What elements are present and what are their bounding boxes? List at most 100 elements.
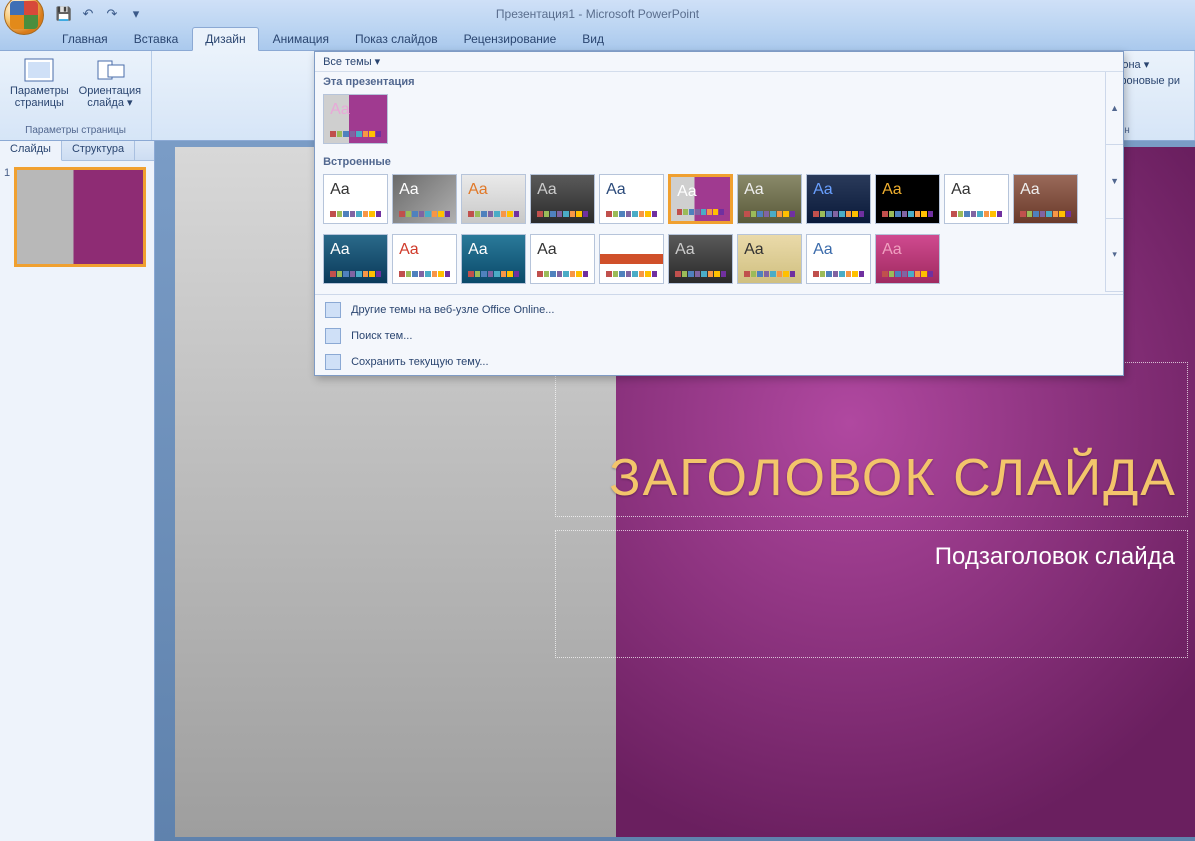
side-tab-slides[interactable]: Слайды bbox=[0, 141, 62, 161]
globe-icon bbox=[325, 302, 341, 318]
swatch-color-bar bbox=[744, 271, 795, 277]
swatch-color-bar bbox=[677, 209, 724, 215]
orientation-label-1: Ориентация bbox=[79, 85, 141, 97]
theme-swatch[interactable]: Aa bbox=[530, 234, 595, 284]
theme-swatch[interactable]: Aa bbox=[392, 234, 457, 284]
window-title: Презентация1 - Microsoft PowerPoint bbox=[496, 7, 699, 21]
tab-design[interactable]: Дизайн bbox=[192, 27, 258, 51]
swatch-preview-text: Aa bbox=[537, 241, 557, 259]
swatch-preview-text: Aa bbox=[675, 241, 695, 259]
swatch-color-bar bbox=[813, 271, 864, 277]
swatch-color-bar bbox=[468, 211, 519, 217]
swatch-color-bar bbox=[537, 211, 588, 217]
orientation-icon bbox=[94, 57, 126, 83]
redo-button[interactable]: ↷ bbox=[102, 4, 122, 24]
section-builtin: Встроенные bbox=[315, 152, 1103, 172]
theme-swatch[interactable]: Aa bbox=[461, 174, 526, 224]
tab-slideshow[interactable]: Показ слайдов bbox=[343, 28, 450, 50]
gallery-down-arrow[interactable]: ▼ bbox=[1106, 145, 1123, 218]
title-placeholder[interactable]: ЗАГОЛОВОК СЛАЙДА bbox=[555, 362, 1188, 517]
save-current-theme[interactable]: Сохранить текущую тему... bbox=[315, 349, 1123, 375]
theme-swatch[interactable]: Aa bbox=[875, 234, 940, 284]
ribbon-tabs: Главная Вставка Дизайн Анимация Показ сл… bbox=[0, 27, 1195, 51]
swatch-color-bar bbox=[537, 271, 588, 277]
swatch-color-bar bbox=[399, 211, 450, 217]
swatch-preview-text: Aa bbox=[468, 181, 488, 199]
theme-swatch[interactable]: Aa bbox=[668, 234, 733, 284]
gallery-expand[interactable]: ▾ bbox=[1106, 219, 1123, 292]
swatch-color-bar bbox=[468, 271, 519, 277]
theme-swatch[interactable]: Aa bbox=[1013, 174, 1078, 224]
swatch-color-bar bbox=[330, 211, 381, 217]
themes-gallery-dropdown: Все темы ▾ Эта презентация Aa Встроенные… bbox=[314, 51, 1124, 376]
page-setup-label-2: страницы bbox=[15, 97, 64, 109]
undo-button[interactable]: ↶ bbox=[78, 4, 98, 24]
section-this-presentation: Эта презентация bbox=[315, 72, 1103, 92]
more-themes-online[interactable]: Другие темы на веб-узле Office Online... bbox=[315, 297, 1123, 323]
browse-themes-label: Поиск тем... bbox=[351, 330, 412, 342]
tab-home[interactable]: Главная bbox=[50, 28, 120, 50]
tab-animation[interactable]: Анимация bbox=[261, 28, 341, 50]
theme-swatch[interactable]: Aa bbox=[392, 174, 457, 224]
swatch-color-bar bbox=[675, 271, 726, 277]
swatch-color-bar bbox=[330, 271, 381, 277]
swatch-preview-text: Aa bbox=[882, 241, 902, 259]
theme-swatch[interactable]: Aa bbox=[806, 174, 871, 224]
swatch-preview-text: Aa bbox=[744, 241, 764, 259]
theme-swatch[interactable]: Aa bbox=[323, 94, 388, 144]
swatch-preview-text: Aa bbox=[677, 183, 697, 201]
orientation-label-2: слайда ▾ bbox=[87, 97, 132, 109]
swatch-color-bar bbox=[882, 271, 933, 277]
swatch-preview-text: Aa bbox=[813, 241, 833, 259]
tab-view[interactable]: Вид bbox=[570, 28, 616, 50]
swatch-preview-text: Aa bbox=[744, 181, 764, 199]
slide-thumbnails: 1 bbox=[0, 161, 154, 841]
theme-swatch[interactable]: Aa bbox=[599, 234, 664, 284]
swatch-preview-text: Aa bbox=[951, 181, 971, 199]
page-setup-button[interactable]: Параметрыстраницы bbox=[6, 55, 73, 111]
gallery-scroll: ▲ ▼ ▾ bbox=[1105, 72, 1123, 292]
theme-swatch[interactable]: Aa bbox=[806, 234, 871, 284]
theme-swatch[interactable]: Aa bbox=[737, 174, 802, 224]
swatch-preview-text: Aa bbox=[330, 241, 350, 259]
swatch-preview-text: Aa bbox=[1020, 181, 1040, 199]
subtitle-placeholder[interactable]: Подзаголовок слайда bbox=[555, 530, 1188, 658]
theme-swatch[interactable]: Aa bbox=[944, 174, 1009, 224]
theme-swatch[interactable]: Aa bbox=[737, 234, 802, 284]
tab-review[interactable]: Рецензирование bbox=[452, 28, 569, 50]
save-button[interactable]: 💾 bbox=[54, 4, 74, 24]
theme-swatch[interactable]: Aa bbox=[875, 174, 940, 224]
swatch-preview-text: Aa bbox=[606, 181, 626, 199]
swatch-color-bar bbox=[813, 211, 864, 217]
slide-subtitle-text: Подзаголовок слайда bbox=[568, 543, 1175, 571]
swatch-preview-text: Aa bbox=[330, 181, 350, 199]
page-setup-label-1: Параметры bbox=[10, 85, 69, 97]
theme-swatch[interactable]: Aa bbox=[323, 234, 388, 284]
all-themes-header[interactable]: Все темы ▾ bbox=[315, 52, 1123, 72]
qat-customize[interactable]: ▾ bbox=[126, 4, 146, 24]
swatch-preview-text: Aa bbox=[399, 241, 419, 259]
swatch-preview-text: Aa bbox=[813, 181, 833, 199]
theme-swatch[interactable]: Aa bbox=[461, 234, 526, 284]
swatch-preview-text: Aa bbox=[537, 181, 557, 199]
browse-themes[interactable]: Поиск тем... bbox=[315, 323, 1123, 349]
gallery-up-arrow[interactable]: ▲ bbox=[1106, 72, 1123, 145]
quick-access-toolbar: 💾 ↶ ↷ ▾ bbox=[54, 3, 146, 25]
swatch-preview-text: Aa bbox=[468, 241, 488, 259]
slide-orientation-button[interactable]: Ориентацияслайда ▾ bbox=[75, 55, 145, 111]
swatch-color-bar bbox=[606, 271, 657, 277]
swatch-preview-text: Aa bbox=[399, 181, 419, 199]
theme-swatch[interactable]: Aa bbox=[323, 174, 388, 224]
theme-swatch[interactable]: Aa bbox=[599, 174, 664, 224]
swatch-preview-text: Aa bbox=[882, 181, 902, 199]
more-themes-online-label: Другие темы на веб-узле Office Online... bbox=[351, 304, 554, 316]
side-tab-outline[interactable]: Структура bbox=[62, 141, 135, 160]
save-theme-icon bbox=[325, 354, 341, 370]
tab-insert[interactable]: Вставка bbox=[122, 28, 191, 50]
group-themes: Все темы ▾ Эта презентация Aa Встроенные… bbox=[152, 51, 939, 140]
theme-swatch[interactable]: Aa bbox=[530, 174, 595, 224]
theme-swatch[interactable]: Aa bbox=[668, 174, 733, 224]
swatch-color-bar bbox=[744, 211, 795, 217]
slide-thumbnail-1[interactable] bbox=[14, 167, 146, 267]
ribbon: Параметрыстраницы Ориентацияслайда ▾ Пар… bbox=[0, 51, 1195, 141]
